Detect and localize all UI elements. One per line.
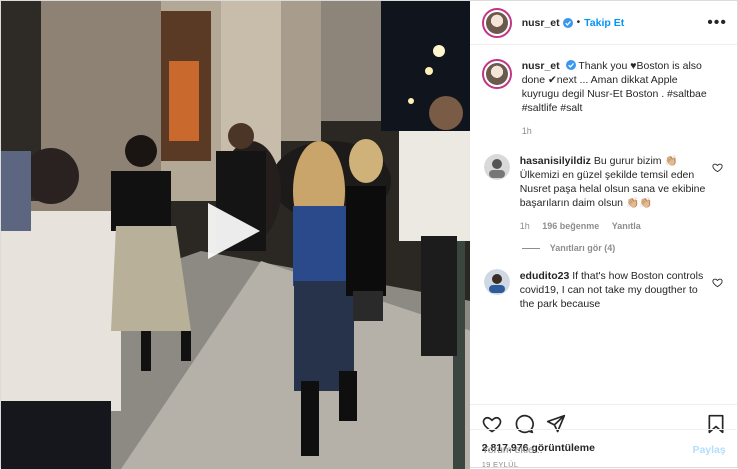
caption-avatar[interactable] [481, 59, 512, 89]
comment-username[interactable]: edudito23 [520, 270, 570, 282]
add-comment-bar: Yorum ekle... Paylaş [469, 429, 738, 469]
caption: nusr_et Thank you ♥Boston is also done ✔… [481, 59, 725, 138]
caption-time[interactable]: 1h [522, 126, 532, 136]
avatar[interactable] [481, 7, 512, 38]
comments-section[interactable]: nusr_et Thank you ♥Boston is also done ✔… [470, 45, 737, 404]
separator-dot: • [576, 17, 581, 28]
comment-username[interactable]: hasanisilyildiz [520, 155, 591, 167]
comment-time[interactable]: 1h [520, 221, 530, 231]
play-icon[interactable] [206, 201, 262, 261]
comment-input[interactable]: Yorum ekle... [482, 444, 543, 456]
comment-item: hasanisilyildiz Bu gurur bizim 👏🏼 Ülkemi… [482, 154, 725, 233]
commenter-avatar[interactable] [483, 269, 510, 295]
more-options-icon[interactable]: ••• [707, 14, 727, 32]
comment-item: edudito23 If that's how Boston controls … [482, 269, 725, 311]
follow-button[interactable]: Takip Et [584, 17, 624, 29]
caption-username[interactable]: nusr_et [522, 60, 560, 72]
commenter-avatar[interactable] [483, 154, 510, 180]
post-header: nusr_et • Takip Et ••• [469, 1, 737, 45]
post-comment-button[interactable]: Paylaş [692, 444, 725, 456]
instagram-post: nusr_et • Takip Et ••• nusr_et Thank you… [0, 0, 738, 469]
header-username[interactable]: nusr_et [522, 17, 560, 29]
view-replies-button[interactable]: Yanıtları gör (4) [521, 243, 725, 253]
heart-icon[interactable] [712, 277, 723, 288]
post-sidebar: nusr_et • Takip Et ••• nusr_et Thank you… [469, 1, 738, 469]
video-player[interactable] [1, 1, 470, 469]
comment-likes[interactable]: 196 beğenme [542, 221, 599, 231]
reply-button[interactable]: Yanıtla [612, 221, 641, 231]
verified-icon [562, 17, 573, 28]
heart-icon[interactable] [712, 162, 723, 173]
verified-icon [565, 60, 576, 70]
